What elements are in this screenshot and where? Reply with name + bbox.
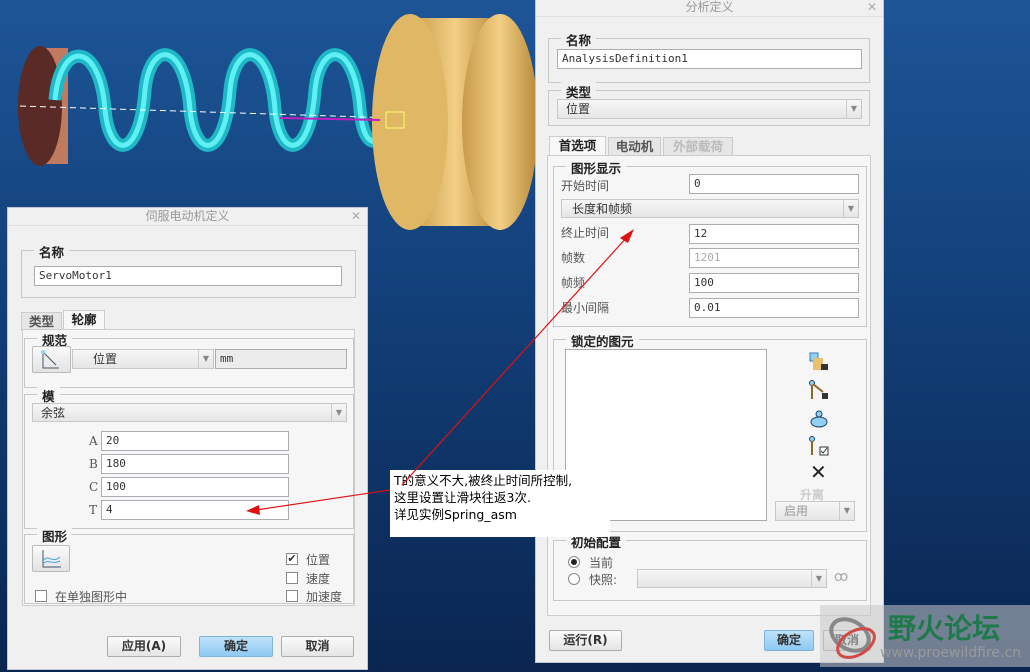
chevron-down-icon: ▼ xyxy=(843,200,858,217)
unit-field: mm xyxy=(215,349,347,369)
plot-graph-button[interactable] xyxy=(32,545,70,572)
locked-entities-label: 锁定的图元 xyxy=(566,331,639,350)
type-group: 类型 位置 ▼ xyxy=(548,82,870,126)
start-time-input[interactable]: 0 xyxy=(689,174,859,194)
tab-external-loads[interactable]: 外部载荷 xyxy=(663,137,733,156)
param-a-label: A xyxy=(89,434,98,448)
tab-profile[interactable]: 轮廓 xyxy=(63,310,105,330)
enable-select[interactable]: 启用 ▼ xyxy=(775,501,855,521)
watermark: 野火论坛 www.proewildfire.cn xyxy=(820,605,1030,667)
type-select-value: 位置 xyxy=(566,102,591,116)
graph-group: 图形 在单独图形中 ✔ 位置 速度 加速度 xyxy=(24,526,354,604)
chevron-down-icon: ▼ xyxy=(846,100,861,118)
graph-icon xyxy=(42,550,61,568)
chevron-down-icon: ▼ xyxy=(839,502,854,520)
name-group: 名称 AnalysisDefinition1 xyxy=(548,30,870,83)
radio-current[interactable] xyxy=(568,556,580,568)
name-group-label: 名称 xyxy=(561,30,597,49)
analysis-definition-dialog: 分析定义 ✕ 名称 AnalysisDefinition1 类型 位置 ▼ 首选项… xyxy=(535,0,884,663)
watermark-logo-icon xyxy=(829,617,876,659)
model-group: 模 余弦 ▼ A 20 B 180 C 100 T 4 xyxy=(24,386,354,529)
spec-select[interactable]: 位置 ▼ xyxy=(72,349,214,369)
mode-select-value: 长度和帧频 xyxy=(572,202,633,216)
type-select[interactable]: 位置 ▼ xyxy=(557,99,862,119)
motion-profile-icon xyxy=(41,350,59,369)
frames-label: 帧数 xyxy=(561,251,586,265)
ok-button[interactable]: 确定 xyxy=(764,630,814,651)
spec-graph-button[interactable] xyxy=(32,346,71,373)
min-interval-input[interactable]: 0.01 xyxy=(689,298,859,318)
close-icon[interactable]: ✕ xyxy=(351,209,361,223)
delete-icon[interactable]: ✕ xyxy=(810,462,827,482)
param-b-input[interactable]: 180 xyxy=(101,454,289,474)
radio-current-label: 当前 xyxy=(589,556,614,570)
position-checkbox[interactable]: ✔ xyxy=(286,553,298,565)
separate-graph-label: 在单独图形中 xyxy=(55,590,128,604)
acceleration-label: 加速度 xyxy=(306,590,343,604)
tab-motors[interactable]: 电动机 xyxy=(608,137,661,156)
min-interval-label: 最小间隔 xyxy=(561,301,610,315)
end-time-input[interactable]: 12 xyxy=(689,224,859,244)
acceleration-checkbox[interactable] xyxy=(286,590,298,602)
3d-spring-model xyxy=(18,14,538,230)
frame-rate-input[interactable]: 100 xyxy=(689,273,859,293)
annotation-line-1: T的意义不大,被终止时间所控制, xyxy=(394,473,573,488)
param-b-label: B xyxy=(89,457,98,471)
param-c-input[interactable]: 100 xyxy=(101,477,289,497)
watermark-name: 野火论坛 xyxy=(888,612,1001,645)
annotation-line-3: 详见实例Spring_asm xyxy=(394,507,517,522)
snapshot-select[interactable]: ▼ xyxy=(637,569,827,588)
mode-select[interactable]: 长度和帧频 ▼ xyxy=(561,199,859,218)
param-c-label: C xyxy=(89,480,99,494)
frame-rate-label: 帧频 xyxy=(561,276,586,290)
start-time-label: 开始时间 xyxy=(561,179,610,193)
apply-button[interactable]: 应用(A) xyxy=(107,636,181,657)
spec-select-value: 位置 xyxy=(93,352,118,366)
initial-config-group: 初始配置 当前 快照: ▼ ꝏ xyxy=(553,532,867,601)
chevron-down-icon: ▼ xyxy=(198,350,213,368)
dialog-title: 伺服电动机定义 xyxy=(8,208,367,226)
lock-body-icon[interactable] xyxy=(809,352,829,372)
point-drag-icon[interactable] xyxy=(809,408,829,428)
close-icon[interactable]: ✕ xyxy=(867,0,877,14)
run-button[interactable]: 运行(R) xyxy=(549,630,622,651)
param-a-input[interactable]: 20 xyxy=(101,431,289,451)
model-select[interactable]: 余弦 ▼ xyxy=(32,403,347,422)
radio-snapshot-label: 快照: xyxy=(589,573,618,587)
velocity-label: 速度 xyxy=(306,572,331,586)
tab-preferences[interactable]: 首选项 xyxy=(549,136,606,156)
annotation-line-2: 这里设置让滑块往返3次. xyxy=(394,490,531,505)
frames-input: 1201 xyxy=(689,248,859,268)
cancel-button[interactable]: 取消 xyxy=(281,636,354,657)
param-t-input[interactable]: 4 xyxy=(101,500,289,520)
end-time-label: 终止时间 xyxy=(561,226,610,240)
graph-group-label: 图形 xyxy=(37,526,73,545)
model-select-value: 余弦 xyxy=(41,406,66,420)
lock-connection-icon[interactable] xyxy=(809,380,829,400)
servo-motor-dialog: 伺服电动机定义 ✕ 名称 ServoMotor1 类型 轮廓 规范 位置 ▼ mm… xyxy=(7,207,368,670)
chevron-down-icon: ▼ xyxy=(811,570,826,587)
param-t-label: T xyxy=(89,503,98,517)
position-label: 位置 xyxy=(306,553,331,567)
velocity-checkbox[interactable] xyxy=(286,572,298,584)
ok-button[interactable]: 确定 xyxy=(199,636,273,657)
name-group: 名称 ServoMotor1 xyxy=(21,242,356,298)
chevron-down-icon: ▼ xyxy=(331,404,346,421)
enable-select-value: 启用 xyxy=(784,504,809,518)
name-group-label: 名称 xyxy=(34,242,70,261)
graphics-display-label: 图形显示 xyxy=(566,158,627,177)
radio-snapshot[interactable] xyxy=(568,573,580,585)
graphics-display-group: 图形显示 开始时间 0 长度和帧频 ▼ 终止时间 12 帧数 1201 帧频 10… xyxy=(553,158,867,327)
dialog-title: 分析定义 xyxy=(536,0,883,17)
enable-connection-icon[interactable] xyxy=(809,436,829,456)
annotation-note: T的意义不大,被终止时间所控制, 这里设置让滑块往返3次. 详见实例Spring… xyxy=(390,470,610,537)
watermark-url: www.proewildfire.cn xyxy=(880,645,1022,661)
glasses-icon[interactable]: ꝏ xyxy=(834,569,848,585)
separate-graph-checkbox[interactable] xyxy=(35,590,47,602)
name-input[interactable]: ServoMotor1 xyxy=(34,266,342,286)
name-input[interactable]: AnalysisDefinition1 xyxy=(557,49,862,69)
spec-group: 规范 位置 ▼ mm xyxy=(24,330,354,388)
